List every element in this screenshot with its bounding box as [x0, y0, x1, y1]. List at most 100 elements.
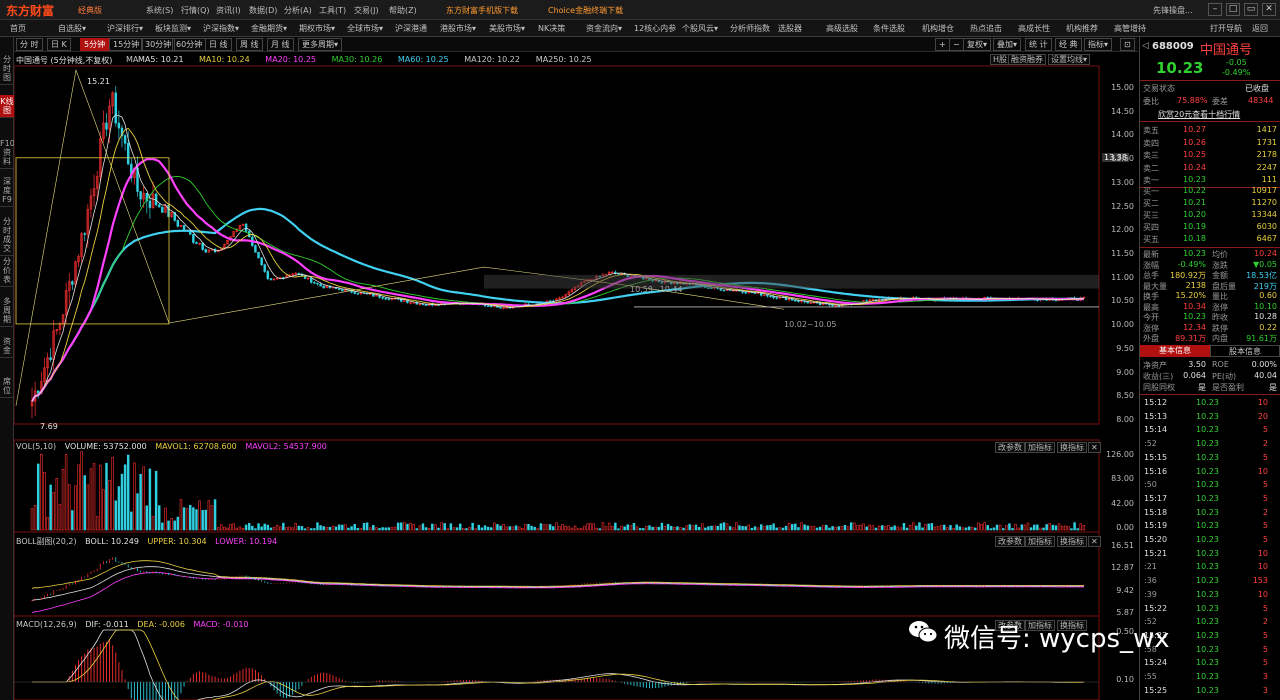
- margin-trading-button[interactable]: 融资融券: [1008, 54, 1046, 65]
- bid-row[interactable]: 买五 10.18 6467: [1140, 233, 1280, 245]
- bid-row[interactable]: 买二 10.21 11270: [1140, 197, 1280, 209]
- period-button[interactable]: 30分钟: [141, 38, 176, 51]
- bid-row[interactable]: 买四 10.19 6030: [1140, 221, 1280, 233]
- chart-tool-button[interactable]: ⊡: [1120, 38, 1135, 51]
- promo-mobile-download[interactable]: 东方财富手机版下载: [446, 5, 518, 16]
- bid-price: 10.22: [1183, 186, 1206, 195]
- period-button[interactable]: 60分钟: [172, 38, 207, 51]
- chart-tool-button[interactable]: 复权▾: [963, 38, 992, 51]
- vol-add-indicator-button[interactable]: 加指标: [1025, 442, 1055, 453]
- ask-row[interactable]: 卖五 10.27 1417: [1140, 124, 1280, 136]
- rail-item[interactable]: 多周期: [0, 295, 14, 327]
- period-button[interactable]: 周 线: [236, 38, 263, 51]
- nav-item[interactable]: 12核心内参: [634, 23, 676, 34]
- rail-item[interactable]: F10资料: [0, 137, 15, 169]
- nav-item[interactable]: 沪深指数▾: [203, 23, 239, 34]
- nav-item[interactable]: 港股市场▾: [440, 23, 476, 34]
- user-name[interactable]: 先锋操盘...: [1153, 5, 1193, 16]
- menu-item[interactable]: 交易(J): [354, 5, 379, 16]
- nav-item[interactable]: 美股市场▾: [489, 23, 525, 34]
- range-label-2: 10.02~10.05: [784, 320, 837, 329]
- nav-item[interactable]: 全球市场▾: [347, 23, 383, 34]
- nav-item[interactable]: 期权市场▾: [299, 23, 335, 34]
- boll-swap-indicator-button[interactable]: 换指标: [1057, 536, 1087, 547]
- rail-item[interactable]: K线图: [0, 95, 14, 118]
- nav-item[interactable]: 高管增持: [1114, 23, 1146, 34]
- tab-share-info[interactable]: 股本信息: [1210, 345, 1280, 357]
- tick-volume: 5: [1262, 658, 1268, 668]
- period-button[interactable]: 分 时: [16, 38, 43, 51]
- nav-item[interactable]: 机构增仓: [922, 23, 954, 34]
- tick-volume: 5: [1262, 630, 1268, 640]
- tick-volume: 5: [1262, 480, 1268, 490]
- bid-volume: 6030: [1256, 222, 1277, 231]
- vol-edit-params-button[interactable]: 改参数: [995, 442, 1025, 453]
- vol-close-icon[interactable]: ✕: [1088, 442, 1101, 453]
- nav-item[interactable]: 沪深排行▾: [107, 23, 143, 34]
- nav-item[interactable]: 机构推荐: [1066, 23, 1098, 34]
- nav-item[interactable]: 选股器: [778, 23, 802, 34]
- rail-item[interactable]: 深度F9: [0, 175, 14, 207]
- period-button[interactable]: 5分钟: [80, 38, 110, 51]
- ask-volume: 1731: [1256, 137, 1277, 147]
- set-ma-button[interactable]: 设置均线▾: [1048, 54, 1091, 65]
- nav-item[interactable]: NK决策: [538, 23, 565, 34]
- boll-add-indicator-button[interactable]: 加指标: [1025, 536, 1055, 547]
- period-button[interactable]: 更多周期▾: [298, 38, 343, 51]
- nav-item[interactable]: 热点追击: [970, 23, 1002, 34]
- menu-item[interactable]: 数据(D): [249, 5, 277, 16]
- nav-item[interactable]: 返回: [1252, 23, 1268, 34]
- nav-item[interactable]: 资金流向▾: [586, 23, 622, 34]
- level10-link[interactable]: 欣赏20元查看十档行情: [1158, 109, 1240, 120]
- h-share-button[interactable]: H股: [990, 54, 1011, 65]
- menu-item[interactable]: 系统(S): [146, 5, 173, 16]
- period-button[interactable]: 日 K: [47, 38, 71, 51]
- boll-edit-params-button[interactable]: 改参数: [995, 536, 1025, 547]
- tab-basic-info[interactable]: 基本信息: [1140, 345, 1210, 357]
- nav-item[interactable]: 金融期货▾: [251, 23, 287, 34]
- rail-item[interactable]: 资金: [0, 335, 14, 358]
- nav-item[interactable]: 分析师指数: [730, 23, 770, 34]
- chart-tool-button[interactable]: 叠加▾: [993, 38, 1022, 51]
- chart-tool-button[interactable]: −: [949, 38, 964, 51]
- chart-tool-button[interactable]: +: [935, 38, 950, 51]
- menu-item[interactable]: 行情(Q): [181, 5, 210, 16]
- nav-item[interactable]: 板块监测▾: [155, 23, 191, 34]
- rail-item[interactable]: 分时图: [0, 53, 14, 85]
- menu-item[interactable]: 资讯(I): [216, 5, 241, 16]
- nav-item[interactable]: 打开导航: [1210, 23, 1242, 34]
- period-button[interactable]: 月 线: [267, 38, 294, 51]
- promo-choice-download[interactable]: Choice金融终端下载: [548, 5, 623, 16]
- menu-item[interactable]: 分析(A): [284, 5, 312, 16]
- nav-item[interactable]: 自选股▾: [58, 23, 86, 34]
- ma-value: MA20: 10.25: [265, 55, 316, 64]
- nav-item[interactable]: 条件选股: [873, 23, 905, 34]
- maximize-icon[interactable]: □: [1226, 3, 1240, 16]
- period-button[interactable]: 15分钟: [109, 38, 144, 51]
- menu-item[interactable]: 工具(T): [319, 5, 346, 16]
- menu-item[interactable]: 帮助(Z): [389, 5, 417, 16]
- nav-item[interactable]: 高成长性: [1018, 23, 1050, 34]
- chart-tool-button[interactable]: 经 典: [1055, 38, 1082, 51]
- minimize-icon[interactable]: –: [1208, 3, 1222, 16]
- chart-tool-button[interactable]: 统 计: [1025, 38, 1052, 51]
- quote-nav-icon[interactable]: ◁: [1142, 41, 1149, 51]
- boll-close-icon[interactable]: ✕: [1088, 536, 1101, 547]
- vol-swap-indicator-button[interactable]: 换指标: [1057, 442, 1087, 453]
- ask-row[interactable]: 卖四 10.26 1731: [1140, 137, 1280, 149]
- ask-row[interactable]: 卖三 10.25 2178: [1140, 149, 1280, 161]
- restore-icon[interactable]: ▭: [1244, 3, 1258, 16]
- bid-row[interactable]: 买三 10.20 13344: [1140, 209, 1280, 221]
- rail-item[interactable]: 分价表: [0, 255, 14, 287]
- rail-item[interactable]: 席位: [0, 375, 14, 398]
- close-icon[interactable]: ✕: [1262, 3, 1276, 16]
- rail-item[interactable]: 分时成交: [0, 215, 14, 256]
- ask-row[interactable]: 卖二 10.24 2247: [1140, 162, 1280, 174]
- nav-item[interactable]: 沪深港通: [395, 23, 427, 34]
- bid-row[interactable]: 买一 10.22 10917: [1140, 185, 1280, 197]
- period-button[interactable]: 日 线: [205, 38, 232, 51]
- chart-tool-button[interactable]: 指标▾: [1084, 38, 1113, 51]
- nav-item[interactable]: 首页: [10, 23, 26, 34]
- nav-item[interactable]: 个股风云▾: [682, 23, 718, 34]
- nav-item[interactable]: 高级选股: [826, 23, 858, 34]
